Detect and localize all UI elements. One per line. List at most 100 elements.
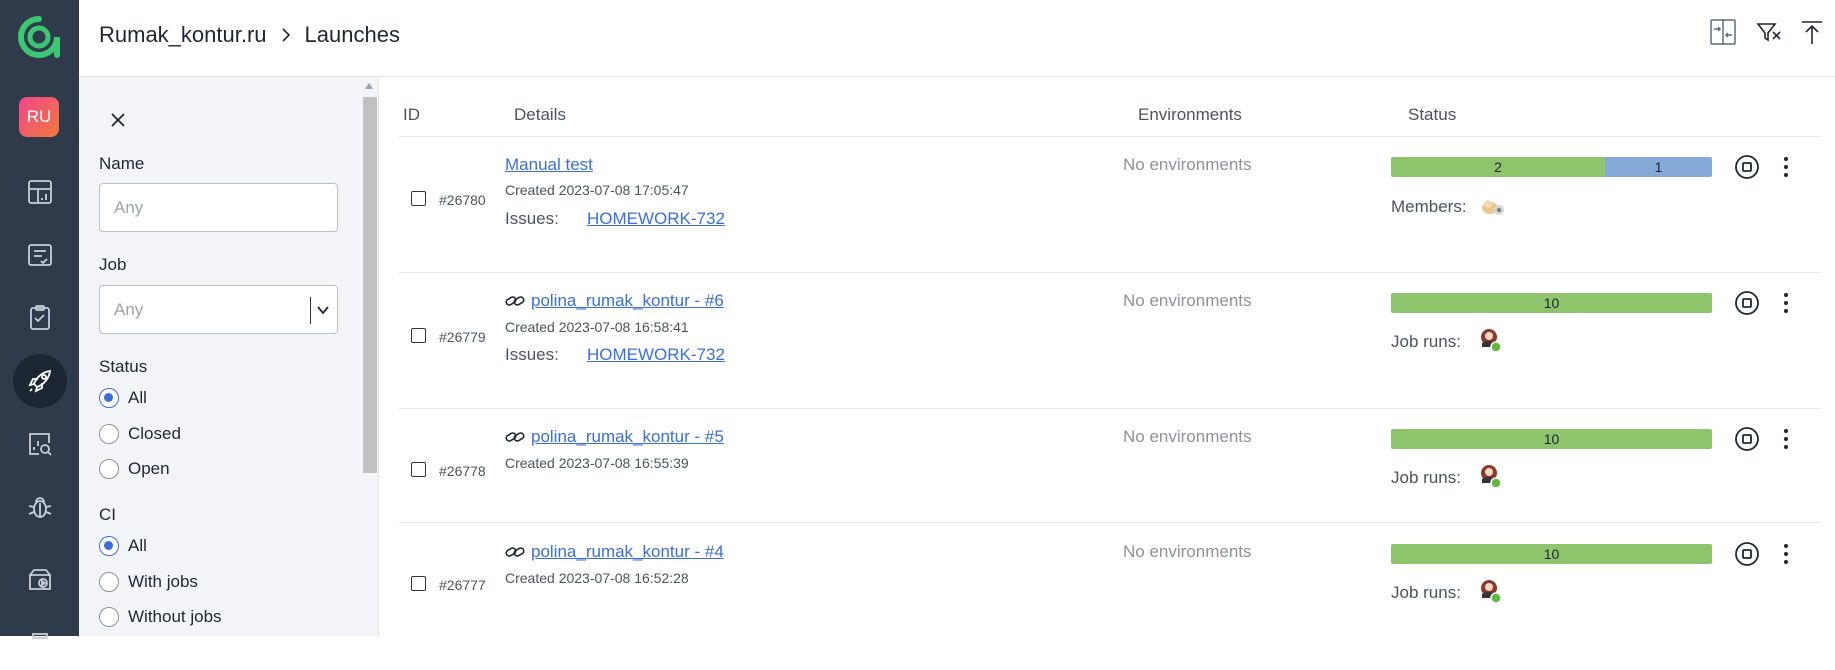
issue-link[interactable]: HOMEWORK-732 — [587, 209, 725, 229]
stop-launch-icon[interactable] — [1734, 541, 1760, 567]
status-bar[interactable]: 2 1 — [1391, 157, 1712, 177]
job-filter-select[interactable]: Any — [99, 285, 338, 334]
launch-created: Created 2023-07-08 16:55:39 — [505, 455, 689, 471]
launch-title-link[interactable]: Manual test — [505, 155, 593, 175]
radio-label: With jobs — [128, 572, 198, 591]
allure-logo-icon[interactable] — [18, 16, 60, 58]
ci-radio-with-jobs[interactable]: With jobs — [99, 572, 198, 592]
radio-icon — [99, 459, 119, 479]
table-row[interactable]: #26777 polina_rumak_kontur - #4 Created … — [399, 523, 1820, 636]
status-radio-all[interactable]: All — [99, 388, 147, 408]
breadcrumb-page: Launches — [304, 22, 400, 47]
close-icon[interactable] — [109, 111, 127, 129]
column-header-details[interactable]: Details — [514, 105, 566, 125]
launch-created: Created 2023-07-08 16:58:41 — [505, 319, 689, 335]
test-cases-icon — [28, 244, 52, 266]
column-header-status[interactable]: Status — [1408, 105, 1456, 125]
status-bar[interactable]: 10 — [1391, 429, 1712, 449]
more-options-icon[interactable] — [1778, 426, 1794, 452]
member-avatar-icon[interactable] — [1480, 194, 1506, 220]
more-options-icon[interactable] — [1778, 154, 1794, 180]
launch-id: #26780 — [439, 192, 486, 208]
defects-bug-icon — [28, 497, 52, 518]
job-run-avatar-icon[interactable] — [1478, 578, 1504, 604]
nav-test-plans[interactable] — [13, 291, 67, 345]
column-header-id[interactable]: ID — [403, 105, 420, 125]
status-bar[interactable]: 10 — [1391, 293, 1712, 313]
launch-title-link[interactable]: polina_rumak_kontur - #4 — [505, 542, 724, 562]
nav-rail: RU — [0, 0, 79, 639]
launch-title: polina_rumak_kontur - #5 — [531, 427, 724, 446]
job-runs-label: Job runs: — [1391, 468, 1461, 487]
row-checkbox[interactable] — [411, 462, 426, 477]
members-label: Members: — [1391, 197, 1467, 216]
chevron-right-icon — [281, 28, 290, 42]
launch-title-link[interactable]: polina_rumak_kontur - #5 — [505, 427, 724, 447]
ci-filter-label: CI — [99, 505, 116, 524]
row-checkbox[interactable] — [411, 328, 426, 343]
nav-test-cases[interactable] — [13, 228, 67, 282]
name-filter-input[interactable]: Any — [99, 183, 338, 232]
ci-radio-all[interactable]: All — [99, 536, 147, 556]
status-bar[interactable]: 10 — [1391, 544, 1712, 564]
scroll-thumb[interactable] — [363, 97, 377, 473]
test-plans-icon — [30, 305, 50, 330]
analytics-icon — [29, 433, 52, 456]
launches-rocket-icon — [28, 369, 52, 393]
launch-title-link[interactable]: polina_rumak_kontur - #6 — [505, 291, 724, 311]
more-options-icon[interactable] — [1778, 541, 1794, 567]
issue-link[interactable]: HOMEWORK-732 — [587, 345, 725, 365]
status-radio-open[interactable]: Open — [99, 459, 170, 479]
launch-id: #26779 — [439, 329, 486, 345]
link-icon — [505, 296, 525, 306]
compare-icon[interactable] — [1709, 18, 1737, 46]
filter-scrollbar[interactable] — [360, 77, 378, 636]
radio-icon — [99, 607, 119, 627]
user-avatar[interactable]: RU — [19, 97, 59, 137]
job-run-avatar-icon[interactable] — [1478, 327, 1504, 353]
environments-value: No environments — [1123, 427, 1252, 446]
nav-analytics[interactable] — [13, 417, 67, 471]
launch-title: polina_rumak_kontur - #6 — [531, 291, 724, 310]
nav-defects[interactable] — [13, 480, 67, 534]
table-row[interactable]: #26778 polina_rumak_kontur - #5 Created … — [399, 409, 1820, 523]
stop-launch-icon[interactable] — [1734, 290, 1760, 316]
upload-icon[interactable] — [1798, 18, 1826, 46]
top-header: Rumak_kontur.ru Launches — [79, 0, 1835, 77]
launch-created: Created 2023-07-08 17:05:47 — [505, 182, 689, 198]
stop-launch-icon[interactable] — [1734, 154, 1760, 180]
ci-radio-without-jobs[interactable]: Without jobs — [99, 607, 222, 627]
radio-label: All — [128, 536, 147, 555]
job-run-avatar-icon[interactable] — [1478, 463, 1504, 489]
scroll-up-arrow-icon[interactable] — [365, 83, 373, 89]
launch-id: #26778 — [439, 463, 486, 479]
row-checkbox[interactable] — [411, 576, 426, 591]
environments-value: No environments — [1123, 155, 1252, 174]
nav-launches[interactable] — [13, 354, 67, 408]
job-runs-label: Job runs: — [1391, 583, 1461, 602]
more-options-icon[interactable] — [1778, 290, 1794, 316]
name-filter-label: Name — [99, 154, 145, 173]
nav-settings[interactable] — [13, 616, 67, 670]
environments-value: No environments — [1123, 542, 1252, 561]
nav-jobs[interactable] — [13, 553, 67, 607]
table-row[interactable]: #26779 polina_rumak_kontur - #6 Created … — [399, 273, 1820, 409]
stop-launch-icon[interactable] — [1734, 426, 1760, 452]
status-bar-unknown: 1 — [1605, 157, 1712, 177]
radio-label: All — [128, 388, 147, 407]
job-filter-placeholder: Any — [114, 299, 144, 319]
jobs-icon — [29, 569, 51, 590]
status-radio-closed[interactable]: Closed — [99, 424, 181, 444]
launches-table: ID Details Environments Status #26780 Ma… — [379, 77, 1835, 636]
row-checkbox[interactable] — [411, 191, 426, 206]
table-row[interactable]: #26780 Manual test Created 2023-07-08 17… — [399, 137, 1820, 273]
link-icon — [505, 547, 525, 557]
launch-title: polina_rumak_kontur - #4 — [531, 542, 724, 561]
column-header-environments[interactable]: Environments — [1138, 105, 1242, 125]
breadcrumb-project[interactable]: Rumak_kontur.ru — [99, 22, 267, 48]
status-bar-passed: 10 — [1391, 544, 1712, 564]
nav-dashboard[interactable] — [13, 165, 67, 219]
clear-filter-icon[interactable] — [1755, 18, 1783, 46]
radio-icon — [99, 572, 119, 592]
status-bar-passed: 10 — [1391, 293, 1712, 313]
